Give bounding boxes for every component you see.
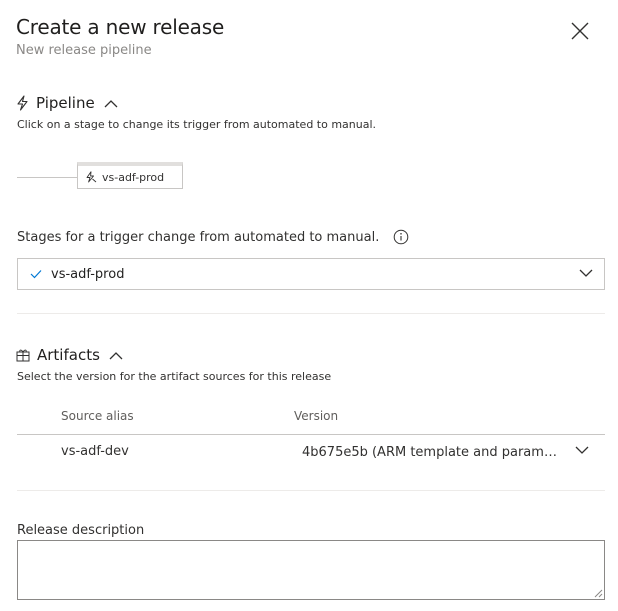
panel-title: Create a new release [16,15,225,39]
artifacts-collapse-toggle[interactable] [109,351,123,360]
column-header-source-alias: Source alias [61,409,134,423]
close-button[interactable] [566,17,594,45]
chevron-up-icon [109,351,123,359]
close-icon [571,22,589,40]
artifact-version-dropdown[interactable]: 4b675e5b (ARM template and parameters) [294,436,605,468]
section-divider [17,490,605,491]
stage-name: vs-adf-prod [102,170,165,184]
chevron-up-icon [104,99,118,107]
create-release-panel: Create a new release New release pipelin… [0,0,618,611]
section-divider [17,313,605,314]
column-header-version: Version [294,409,339,423]
info-icon[interactable] [393,229,409,245]
trigger-stages-label: Stages for a trigger change from automat… [17,229,380,245]
checkmark-icon [30,270,42,279]
release-description-input[interactable] [17,540,605,600]
artifacts-section-header: Artifacts [16,346,123,364]
gift-box-icon [16,349,30,362]
check-icon-wrap [30,269,42,279]
manual-trigger-icon [86,171,97,183]
artifacts-hint: Select the version for the artifact sour… [17,370,332,383]
panel-subtitle: New release pipeline [16,43,152,58]
pipeline-collapse-toggle[interactable] [104,99,118,108]
table-header-divider [17,434,605,435]
pipeline-hint: Click on a stage to change its trigger f… [17,118,377,131]
lightning-icon [17,95,28,111]
pipeline-section-header: Pipeline [16,94,118,112]
artifact-version-value: 4b675e5b (ARM template and parameters) [302,444,557,460]
trigger-stages-dropdown[interactable]: vs-adf-prod [17,258,605,290]
resize-grip-icon[interactable] [593,588,603,598]
artifact-alias: vs-adf-dev [61,444,129,459]
stage-card[interactable]: vs-adf-prod [77,162,183,189]
chevron-down-icon [575,446,589,454]
pipeline-connector [17,177,77,178]
trigger-stages-label-row: Stages for a trigger change from automat… [17,229,409,245]
release-description-label: Release description [17,523,145,538]
chevron-down-icon [579,269,593,277]
trigger-stages-value: vs-adf-prod [51,266,125,282]
pipeline-label: Pipeline [36,94,95,112]
artifacts-label: Artifacts [37,346,100,364]
